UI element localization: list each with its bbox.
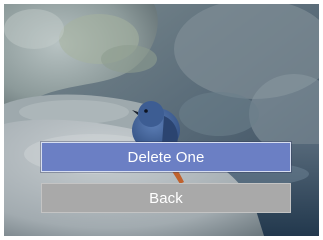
delete-one-button[interactable]: Delete One [41, 142, 291, 172]
camera-playback-screen: Delete One Back [4, 4, 319, 236]
back-button[interactable]: Back [41, 183, 291, 213]
